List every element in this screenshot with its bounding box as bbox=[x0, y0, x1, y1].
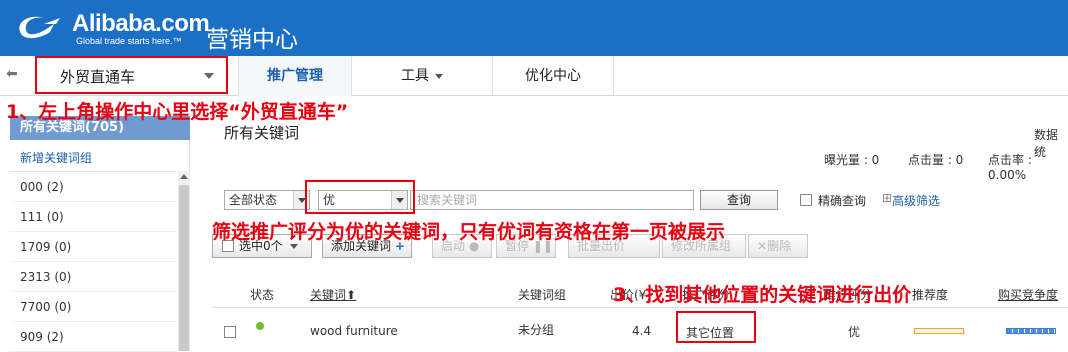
sidebar-scrollbar[interactable] bbox=[178, 171, 190, 351]
quality-bar bbox=[914, 328, 964, 334]
chevron-up-icon[interactable] bbox=[180, 174, 188, 179]
sort-arrow-icon: ⬆ bbox=[346, 288, 357, 302]
app-title: 营销中心 bbox=[206, 27, 298, 53]
page-title: 所有关键词 bbox=[224, 124, 300, 142]
group-cell: 未分组 bbox=[518, 323, 555, 337]
keyword-group-sidebar: 所有关键词(705) 新增关键词组 000 (2) 111 (0) 1709 (… bbox=[10, 116, 190, 352]
advanced-filter-link[interactable]: 高级筛选 bbox=[892, 192, 940, 209]
list-item[interactable]: 111 (0) bbox=[10, 202, 176, 232]
status-select[interactable]: 全部状态 bbox=[224, 190, 310, 210]
nav-divider bbox=[613, 56, 614, 96]
col-group: 关键词组 bbox=[518, 288, 567, 302]
score-cell: 优 bbox=[848, 325, 861, 339]
annotation-box-position bbox=[676, 311, 756, 343]
keyword-cell: wood furniture bbox=[310, 324, 398, 338]
tab-label: 工具 bbox=[401, 68, 429, 84]
delete-label: 删除 bbox=[767, 239, 792, 253]
ctr-stat: 点击率 : 0.00% bbox=[988, 153, 1032, 182]
chevron-down-icon bbox=[290, 244, 299, 249]
keyword-search-input[interactable]: 搜索关键词 bbox=[410, 190, 694, 210]
scrollbar-thumb[interactable] bbox=[179, 185, 189, 351]
clicks-stat: 点击量 : 0 bbox=[908, 153, 964, 167]
arrow-left-icon[interactable]: ⬅ bbox=[6, 66, 18, 82]
list-item[interactable]: 1709 (0) bbox=[10, 232, 176, 262]
delete-icon: ✕ bbox=[757, 239, 768, 253]
annotation-step-1: 1、左上角操作中心里选择“外贸直通车” bbox=[6, 101, 349, 123]
row-checkbox[interactable] bbox=[224, 326, 236, 338]
keyword-group-list: 000 (2) 111 (0) 1709 (0) 2313 (0) 7700 (… bbox=[10, 171, 176, 352]
annotation-box-score-select bbox=[305, 180, 415, 214]
alibaba-logo-icon bbox=[19, 16, 60, 39]
add-keyword-group-link[interactable]: 新增关键词组 bbox=[20, 149, 92, 166]
status-active-icon bbox=[256, 322, 264, 330]
list-item[interactable]: 2313 (0) bbox=[10, 262, 176, 292]
impressions-stat: 曝光量 : 0 bbox=[824, 153, 880, 167]
annotation-step-2: 筛选推广评分为优的关键词，只有优词有资格在第一页被展示 bbox=[212, 221, 726, 243]
table-row: wood furniture 未分组 4.4 其它位置 优 bbox=[212, 316, 1068, 346]
col-keyword-sort[interactable]: 关键词⬆ bbox=[310, 286, 356, 303]
tab-optimization-center[interactable]: 优化中心 bbox=[493, 56, 613, 96]
logo-tagline: Global trade starts here.™ bbox=[76, 36, 182, 46]
tab-promotion-management[interactable]: 推广管理 bbox=[239, 56, 351, 96]
competition-bar bbox=[1006, 328, 1056, 334]
tab-label: 推广管理 bbox=[267, 68, 323, 84]
tab-tools[interactable]: 工具 bbox=[352, 56, 492, 96]
col-buy-competition[interactable]: 购买竞争度 bbox=[998, 286, 1058, 303]
delete-button[interactable]: ✕删除 bbox=[748, 234, 808, 258]
bid-cell[interactable]: 4.4 bbox=[632, 324, 651, 338]
list-item[interactable]: 7700 (0) bbox=[10, 292, 176, 322]
col-keyword-label: 关键词 bbox=[310, 288, 347, 302]
annotation-box-product-select bbox=[35, 56, 228, 94]
annotation-step-3: 3、找到其他位置的关键词进行出价 bbox=[613, 284, 912, 306]
list-item[interactable]: 000 (2) bbox=[10, 172, 176, 202]
tab-label: 优化中心 bbox=[525, 68, 581, 84]
exact-query-label: 精确查询 bbox=[818, 194, 867, 208]
plus-square-icon[interactable]: ⊞ bbox=[882, 191, 892, 205]
logo-wordmark: Alibaba.com bbox=[72, 10, 210, 37]
col-quality: 推荐度 bbox=[912, 288, 949, 302]
list-item[interactable]: 909 (2) bbox=[10, 322, 176, 352]
status-select-value: 全部状态 bbox=[229, 193, 278, 207]
query-button[interactable]: 查询 bbox=[700, 190, 778, 210]
exact-query-checkbox[interactable] bbox=[800, 194, 812, 206]
chevron-down-icon bbox=[435, 73, 443, 79]
col-status: 状态 bbox=[250, 288, 275, 302]
top-header: Alibaba.com Global trade starts here.™ 营… bbox=[0, 0, 1068, 56]
